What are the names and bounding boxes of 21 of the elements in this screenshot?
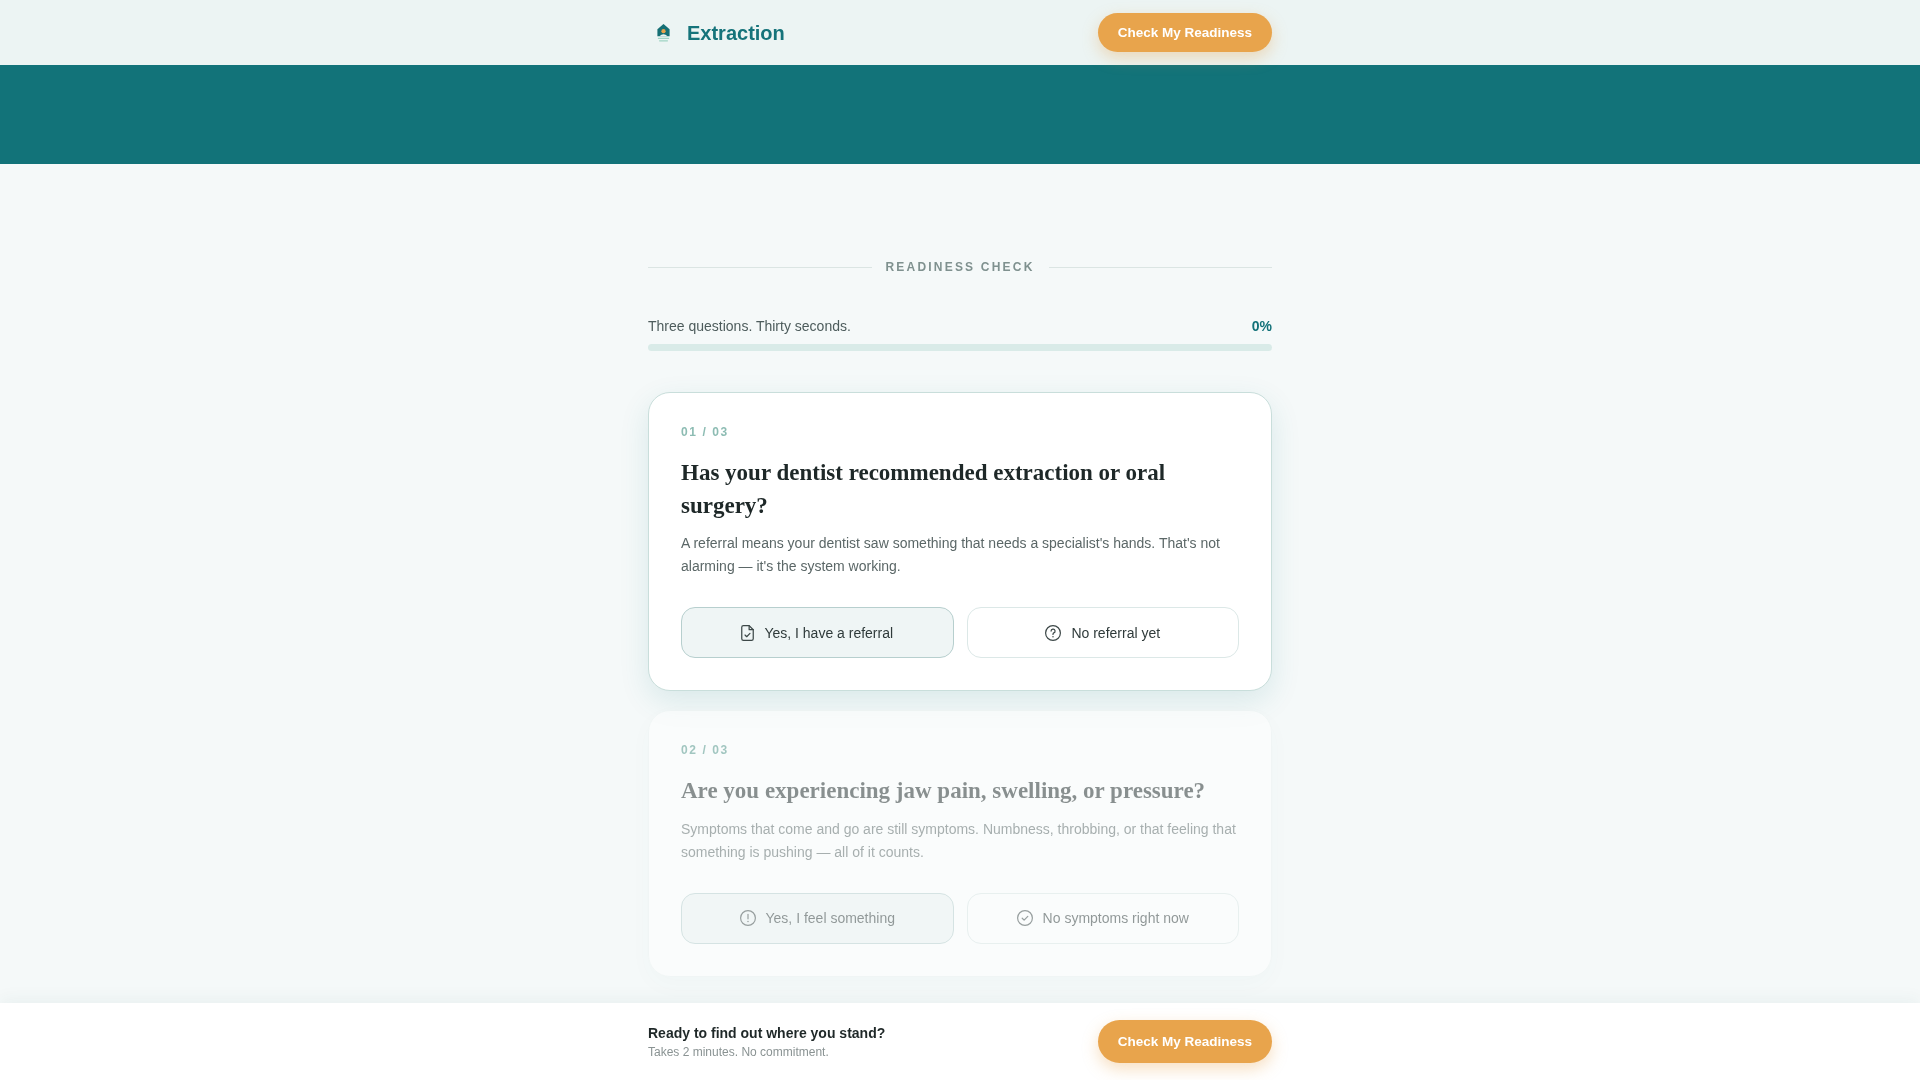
prompt-title: Ready to find out where you stand? (648, 1023, 886, 1042)
question-number: 01 / 03 (681, 425, 729, 439)
section-eyebrow: READINESS CHECK (885, 259, 1035, 275)
question-description: A referral means your dentist saw something that needs a specialist's hands. That's not alarming — it's the system working. (681, 534, 1221, 576)
prompt-subtitle: Takes 2 minutes. No commitment. (648, 1044, 830, 1060)
brand-name[interactable]: Extraction (687, 20, 785, 45)
answer-option-button[interactable]: No referral yet (966, 607, 1239, 658)
answer-option-button[interactable]: Yes, I have a referral (681, 607, 954, 658)
progress-percent: 0% (1251, 317, 1272, 335)
check-readiness-button[interactable]: Check My Readiness (1097, 1020, 1272, 1063)
progress-caption: Three questions. Thirty seconds. (648, 317, 851, 335)
check-readiness-button[interactable]: Check My Readiness (1097, 13, 1272, 52)
check-circle-icon (1016, 910, 1033, 926)
logo-icon (656, 23, 671, 42)
question-circle-icon (1045, 624, 1062, 641)
alert-circle-icon (739, 910, 756, 926)
question-number: 02 / 03 (681, 743, 729, 757)
question-title: Has your dentist recommended extraction or oral surgery? (681, 459, 1167, 520)
question-description: Symptoms that come and go are still symptoms. Numbness, throbbing, or that feeling that something is pushing — all of it counts. (681, 819, 1237, 862)
question-title: Are you experiencing jaw pain, swelling, or pressure? (681, 777, 1207, 805)
document-check-icon (741, 624, 755, 641)
